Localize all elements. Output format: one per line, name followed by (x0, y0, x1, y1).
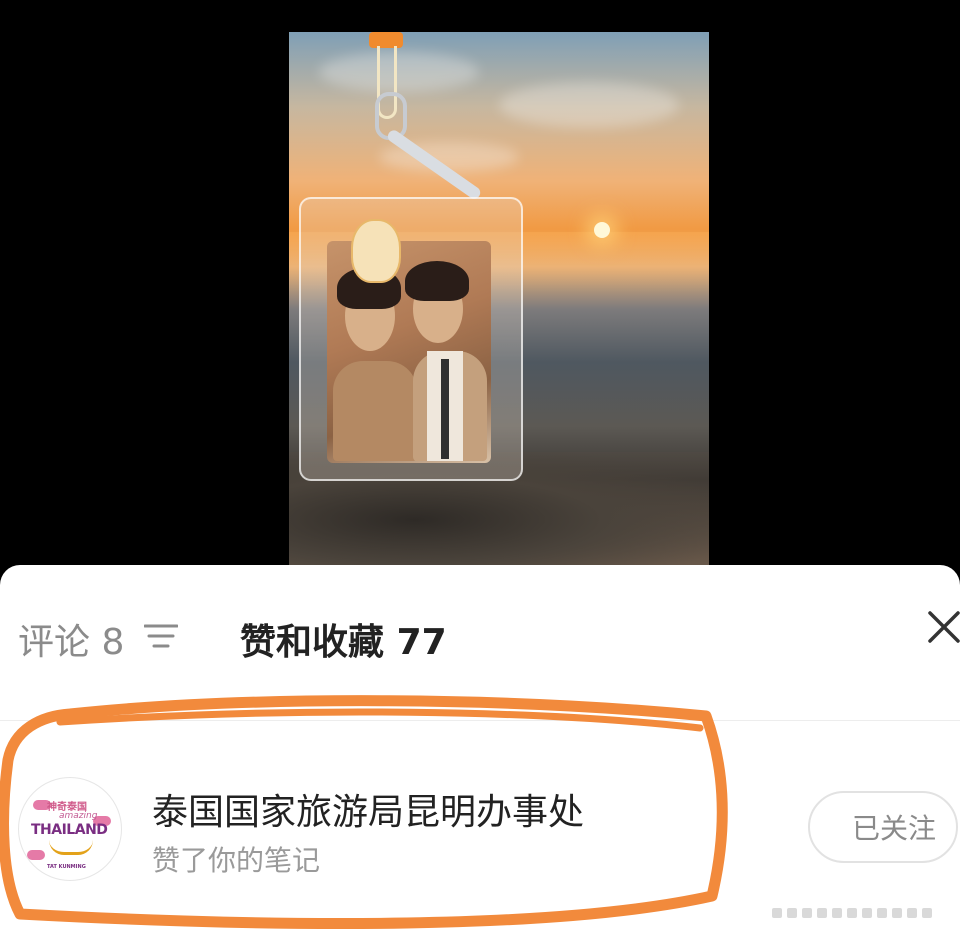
logo-text-thailand: THAILAND (31, 822, 108, 838)
logo-swoosh (49, 840, 93, 855)
tab-comments[interactable]: 评论 8 (18, 613, 124, 665)
user-name[interactable]: 泰国国家旅游局昆明办事处 (152, 783, 584, 835)
divider (0, 720, 960, 721)
post-photo-area (0, 0, 960, 565)
sun (594, 222, 610, 238)
logo-cloud (27, 850, 45, 860)
card-holder (299, 197, 523, 481)
photo-card (327, 241, 491, 463)
truncated-text-marks (772, 903, 952, 918)
notification-action: 赞了你的笔记 (152, 844, 321, 877)
close-icon[interactable] (926, 609, 960, 645)
logo-text-amazing: amazing (59, 811, 98, 821)
likes-panel: 评论 8 赞和收藏 77 神奇泰国 amazing THAILAND TAT K… (0, 565, 960, 932)
tab-likes-and-saves[interactable]: 赞和收藏 77 (240, 613, 447, 665)
figure-suit (333, 361, 417, 461)
logo-text-sub: TAT KUNMING (47, 864, 86, 870)
following-button[interactable]: 已关注 (808, 791, 958, 863)
figure-tie (441, 359, 449, 459)
cloud (499, 82, 679, 128)
sort-lines-icon[interactable] (144, 623, 178, 649)
charm-pendant (351, 219, 401, 283)
avatar[interactable]: 神奇泰国 amazing THAILAND TAT KUNMING (18, 777, 122, 881)
post-photo[interactable] (289, 32, 709, 565)
figure-hair (405, 261, 469, 301)
tab-likes-count: 77 (396, 622, 447, 663)
tab-comments-label: 评论 (18, 622, 91, 663)
cloud (319, 52, 479, 92)
tab-likes-label: 赞和收藏 (240, 622, 385, 663)
tab-comments-count: 8 (101, 622, 125, 663)
